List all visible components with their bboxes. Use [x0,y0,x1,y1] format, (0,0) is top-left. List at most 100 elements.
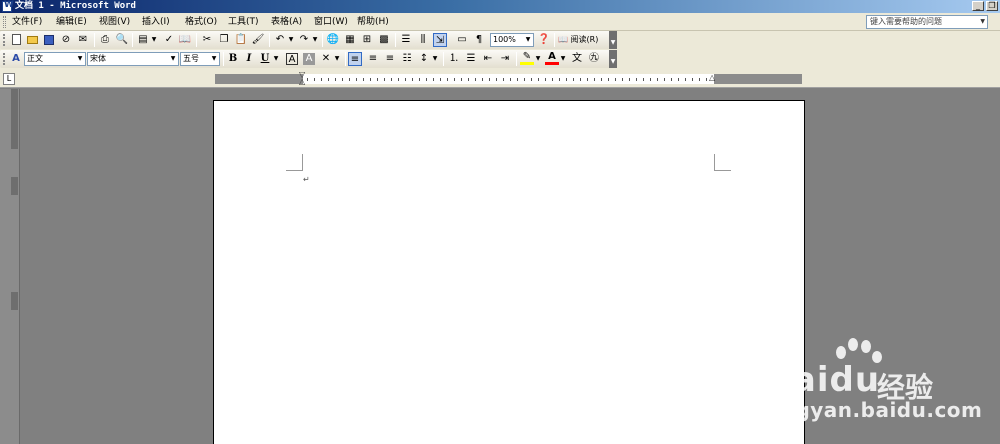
word-app-icon[interactable] [2,0,14,12]
styles-formatting-icon[interactable]: A [9,52,23,66]
ruler-tick [426,78,427,81]
left-indent-marker[interactable]: △ [299,78,305,86]
ruler-tick [461,78,462,81]
right-indent-marker[interactable]: △ [709,74,715,82]
char-scaling-icon[interactable]: ✕ [319,52,333,66]
read-mode-button[interactable]: 📖 阅读(R) [558,33,606,47]
show-hide-icon[interactable]: ▭ [455,33,469,47]
chevron-down-icon[interactable]: ▼ [272,52,280,66]
window-controls: _ ❐ [972,1,998,11]
paste-icon[interactable]: 📋 [234,33,248,47]
ruler-tick [622,78,623,81]
menu-file[interactable]: 文件(F) [12,13,42,31]
tables-borders-icon[interactable]: ▦ [343,33,357,47]
menu-window[interactable]: 窗口(W) [314,13,348,31]
ruler-tick [482,78,483,81]
underline-button[interactable]: U [258,52,272,66]
menu-edit[interactable]: 编辑(E) [56,13,87,31]
research-book-icon[interactable]: 📖 [178,33,192,47]
new-document-icon[interactable] [9,33,23,47]
highlight-icon[interactable]: ✎ [520,52,534,65]
phonetic-guide-icon[interactable]: 文 [570,52,584,66]
toolbar-options-icon[interactable]: ▼ [609,50,617,68]
chevron-down-icon[interactable]: ▼ [559,52,567,66]
insert-table-icon[interactable]: ⊞ [360,33,374,47]
menu-table[interactable]: 表格(A) [271,13,302,31]
font-color-icon[interactable]: A [545,52,559,65]
help-icon[interactable]: ❓ [537,33,551,47]
menu-help[interactable]: 帮助(H) [357,13,389,31]
columns-icon[interactable]: ☰ [399,33,413,47]
menubar-grip[interactable] [3,16,6,28]
font-select[interactable]: 宋体 ▼ [87,52,179,66]
cut-icon[interactable]: ✂ [200,33,214,47]
help-search-input[interactable]: 键入需要帮助的问题 ▼ [866,15,988,29]
char-shading-icon[interactable]: A [303,53,315,65]
vertical-ruler[interactable] [0,89,20,444]
ruler-tick [524,78,525,81]
toolbar-separator [196,33,197,47]
ruler-tick [349,78,350,81]
bold-button[interactable]: B [226,52,240,66]
align-right-icon[interactable]: ≡ [383,52,397,66]
open-folder-icon[interactable] [25,33,39,47]
line-spacing-icon[interactable]: ↕ [417,52,431,66]
print-icon[interactable]: ⎙ [98,33,112,47]
chevron-down-icon[interactable]: ▼ [311,33,319,47]
chevron-down-icon[interactable]: ▼ [431,52,439,66]
permission-icon[interactable]: ⊘ [59,33,73,47]
research-icon[interactable]: ▤ [136,33,150,47]
bullets-icon[interactable]: ☰ [464,52,478,66]
ruler-tick [454,78,455,81]
document-map-icon[interactable]: ⇲ [433,33,447,47]
paragraph-mark-icon[interactable]: ¶ [472,33,486,47]
toolbar-grip[interactable] [3,53,5,65]
chevron-down-icon[interactable]: ▼ [980,16,985,28]
undo-icon[interactable]: ↶ [273,33,287,47]
chevron-down-icon[interactable]: ▼ [76,53,84,65]
toolbar-options-icon[interactable]: ▼ [609,31,617,49]
hyperlink-icon[interactable]: 🌐 [326,33,340,47]
spelling-icon[interactable]: ✓ [162,33,176,47]
redo-icon[interactable]: ↷ [297,33,311,47]
numbering-icon[interactable]: ⒈ [447,52,461,66]
copy-icon[interactable]: ❐ [217,33,231,47]
minimize-button[interactable]: _ [972,1,984,11]
italic-button[interactable]: I [242,52,256,66]
align-justify-icon[interactable]: ≡ [348,52,362,66]
char-border-icon[interactable]: A [286,53,298,65]
font-size-select[interactable]: 五号 ▼ [180,52,220,66]
increase-indent-icon[interactable]: ⇥ [498,52,512,66]
print-preview-icon[interactable]: 🔍 [115,33,129,47]
style-select[interactable]: 正文 ▼ [24,52,86,66]
chevron-down-icon[interactable]: ▼ [150,33,158,47]
chevron-down-icon[interactable]: ▼ [287,33,295,47]
tab-selector[interactable]: L [3,73,15,85]
menu-view[interactable]: 视图(V) [99,13,130,31]
insert-excel-icon[interactable]: ▩ [377,33,391,47]
align-center-icon[interactable]: ≡ [366,52,380,66]
menu-format[interactable]: 格式(O) [185,13,217,31]
chevron-down-icon[interactable]: ▼ [169,53,177,65]
menu-insert[interactable]: 插入(I) [142,13,170,31]
drawing-icon[interactable]: ⫼ [416,33,430,47]
distributed-align-icon[interactable]: ☷ [400,52,414,66]
toolbar-grip[interactable] [3,34,5,46]
ruler-tick [314,78,315,81]
format-painter-icon[interactable]: 🖌 [251,33,265,47]
chevron-down-icon[interactable]: ▼ [534,52,542,66]
zoom-select[interactable]: 100% ▼ [490,33,534,47]
ruler-tick [608,78,609,81]
email-icon[interactable]: ✉ [76,33,90,47]
enclose-characters-icon[interactable]: ㊈ [587,52,601,66]
ruler-tick [650,78,651,81]
decrease-indent-icon[interactable]: ⇤ [481,52,495,66]
save-icon[interactable] [42,33,56,47]
menu-tools[interactable]: 工具(T) [228,13,259,31]
restore-button[interactable]: ❐ [986,1,998,11]
chevron-down-icon[interactable]: ▼ [210,53,218,65]
chevron-down-icon[interactable]: ▼ [524,34,532,46]
chevron-down-icon[interactable]: ▼ [333,52,341,66]
ruler-tick [657,78,658,81]
document-page[interactable]: ↵ [213,100,805,444]
